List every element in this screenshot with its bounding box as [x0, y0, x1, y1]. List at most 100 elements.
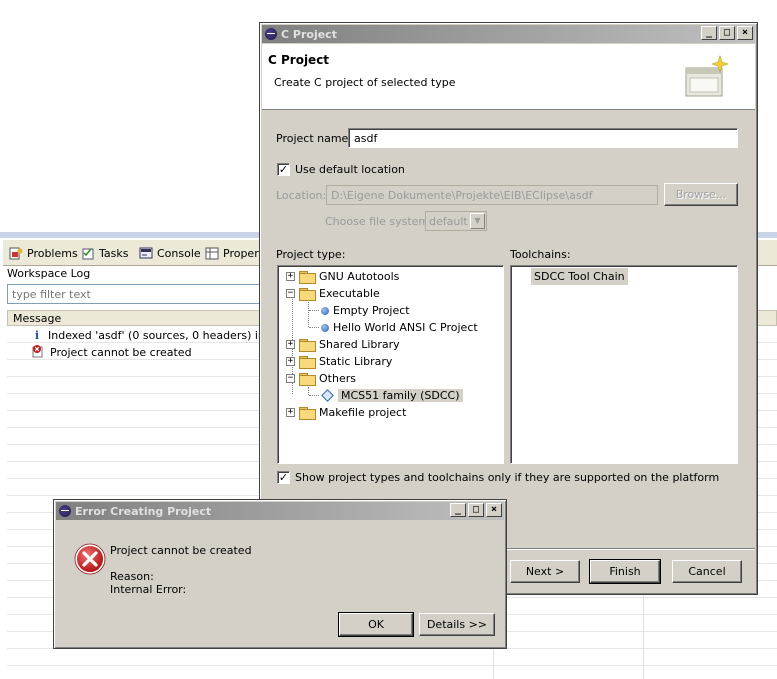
- project-type-label: Project type:: [276, 248, 346, 261]
- error-icon: [74, 543, 106, 578]
- window-title: C Project: [281, 27, 337, 41]
- expand-icon[interactable]: +: [286, 340, 295, 349]
- tree-connector: [309, 395, 319, 396]
- banner-subtitle: Create C project of selected type: [274, 76, 456, 89]
- ok-button[interactable]: OK: [338, 612, 414, 637]
- tree-item-executable[interactable]: − Executable: [286, 285, 380, 302]
- show-supported-label: Show project types and toolchains only i…: [295, 471, 720, 484]
- location-value: D:\Eigene Dokumente\Projekte\EIB\EClipse…: [331, 189, 593, 202]
- minimize-button[interactable]: _: [450, 503, 466, 517]
- wizard-titlebar[interactable]: C Project _ □ ×: [262, 25, 755, 43]
- error-creating-project-dialog: Error Creating Project _ □ × Project can…: [53, 499, 507, 649]
- wizard-banner-icon: [682, 54, 732, 105]
- file-system-label: Choose file system:: [325, 215, 433, 228]
- tab-console[interactable]: Console: [139, 245, 201, 261]
- tree-item-hello-world[interactable]: Hello World ANSI C Project: [321, 319, 478, 336]
- reason-label: Reason:: [110, 570, 154, 583]
- folder-icon: [299, 406, 316, 420]
- next-button[interactable]: Next >: [510, 560, 580, 583]
- tree-item-others[interactable]: − Others: [286, 370, 356, 387]
- wizard-banner: C Project Create C project of selected t…: [262, 44, 755, 110]
- folder-open-icon: [299, 372, 316, 386]
- tab-properties[interactable]: Propert: [205, 245, 263, 261]
- finish-button[interactable]: Finish: [589, 559, 661, 584]
- tree-item-label: Executable: [319, 287, 380, 300]
- tree-item-label: Makefile project: [319, 406, 407, 419]
- location-input[interactable]: D:\Eigene Dokumente\Projekte\EIB\EClipse…: [326, 185, 658, 205]
- close-button[interactable]: ×: [737, 26, 753, 40]
- cancel-button[interactable]: Cancel: [672, 560, 742, 583]
- location-label: Location:: [276, 189, 327, 202]
- close-button[interactable]: ×: [486, 503, 502, 517]
- tree-item-empty-project[interactable]: Empty Project: [321, 302, 410, 319]
- project-template-icon: [321, 306, 329, 315]
- project-type-tree[interactable]: + GNU Autotools − Executable Empty Proje…: [277, 265, 504, 464]
- show-supported-checkbox[interactable]: ✓: [277, 471, 290, 484]
- use-default-location-checkbox[interactable]: ✓: [277, 163, 290, 176]
- window-title: Error Creating Project: [75, 504, 212, 518]
- tree-item-label: Hello World ANSI C Project: [333, 321, 478, 334]
- expand-icon[interactable]: +: [286, 408, 295, 417]
- expand-icon[interactable]: +: [286, 272, 295, 281]
- tab-label: Propert: [223, 246, 264, 260]
- tree-connector: [308, 387, 309, 395]
- error-message: Project cannot be created: [110, 544, 252, 557]
- project-name-value: asdf: [354, 132, 378, 145]
- maximize-button[interactable]: □: [719, 26, 735, 40]
- toolchains-label: Toolchains:: [510, 248, 571, 261]
- workspace-log-title: Workspace Log: [7, 267, 91, 280]
- folder-open-icon: [299, 287, 316, 301]
- details-button[interactable]: Details >>: [419, 613, 495, 636]
- info-icon: i: [34, 328, 40, 342]
- column-header-message[interactable]: Message: [13, 312, 61, 325]
- expand-icon[interactable]: +: [286, 357, 295, 366]
- error-dialog-titlebar[interactable]: Error Creating Project _ □ ×: [56, 502, 504, 520]
- chevron-down-icon: ▼: [470, 213, 485, 229]
- minimize-button[interactable]: _: [701, 26, 717, 40]
- tab-label: Console: [157, 246, 201, 260]
- tree-connector: [309, 310, 319, 311]
- tree-item-gnu-autotools[interactable]: + GNU Autotools: [286, 268, 399, 285]
- tree-item-shared-library[interactable]: + Shared Library: [286, 336, 400, 353]
- tree-connector: [309, 327, 319, 328]
- folder-icon: [299, 355, 316, 369]
- collapse-icon[interactable]: −: [286, 374, 295, 383]
- toolchain-diamond-icon: [321, 389, 334, 402]
- table-row[interactable]: Project cannot be created: [32, 344, 192, 360]
- table-row[interactable]: i Indexed 'asdf' (0 sources, 0 headers) …: [32, 327, 286, 343]
- collapse-icon[interactable]: −: [286, 289, 295, 298]
- project-name-input[interactable]: asdf: [348, 128, 738, 148]
- tree-item-label: GNU Autotools: [319, 270, 400, 283]
- project-name-label: Project name:: [276, 132, 353, 145]
- list-item-sdcc-tool-chain[interactable]: SDCC Tool Chain: [531, 268, 628, 285]
- error-icon: [32, 344, 44, 361]
- folder-icon: [299, 270, 316, 284]
- tree-item-mcs51[interactable]: MCS51 family (SDCC): [321, 387, 463, 404]
- console-icon: [139, 247, 153, 260]
- tree-item-label: MCS51 family (SDCC): [338, 389, 463, 402]
- toolchains-list[interactable]: SDCC Tool Chain: [510, 265, 738, 464]
- file-system-value: default: [429, 215, 468, 228]
- tree-item-static-library[interactable]: + Static Library: [286, 353, 392, 370]
- reason-text: Internal Error:: [110, 583, 187, 596]
- log-message: Indexed 'asdf' (0 sources, 0 headers) in…: [48, 328, 286, 342]
- tasks-icon: [81, 247, 95, 260]
- tree-item-makefile-project[interactable]: + Makefile project: [286, 404, 406, 421]
- eclipse-icon: [265, 28, 277, 40]
- folder-icon: [299, 338, 316, 352]
- file-system-select[interactable]: default ▼: [425, 211, 487, 231]
- banner-title: C Project: [268, 53, 330, 67]
- tree-item-label: Shared Library: [319, 338, 400, 351]
- tree-item-label: Static Library: [319, 355, 393, 368]
- eclipse-icon: [59, 505, 71, 517]
- tree-item-label: Others: [319, 372, 356, 385]
- tab-tasks[interactable]: Tasks: [81, 245, 128, 261]
- maximize-button[interactable]: □: [468, 503, 484, 517]
- tree-connector: [308, 302, 309, 327]
- tab-problems[interactable]: Problems: [9, 245, 78, 261]
- project-template-icon: [321, 323, 329, 332]
- tree-item-label: Empty Project: [333, 304, 410, 317]
- browse-button[interactable]: Browse...: [664, 183, 738, 206]
- use-default-location-label: Use default location: [295, 163, 405, 176]
- properties-icon: [205, 247, 219, 260]
